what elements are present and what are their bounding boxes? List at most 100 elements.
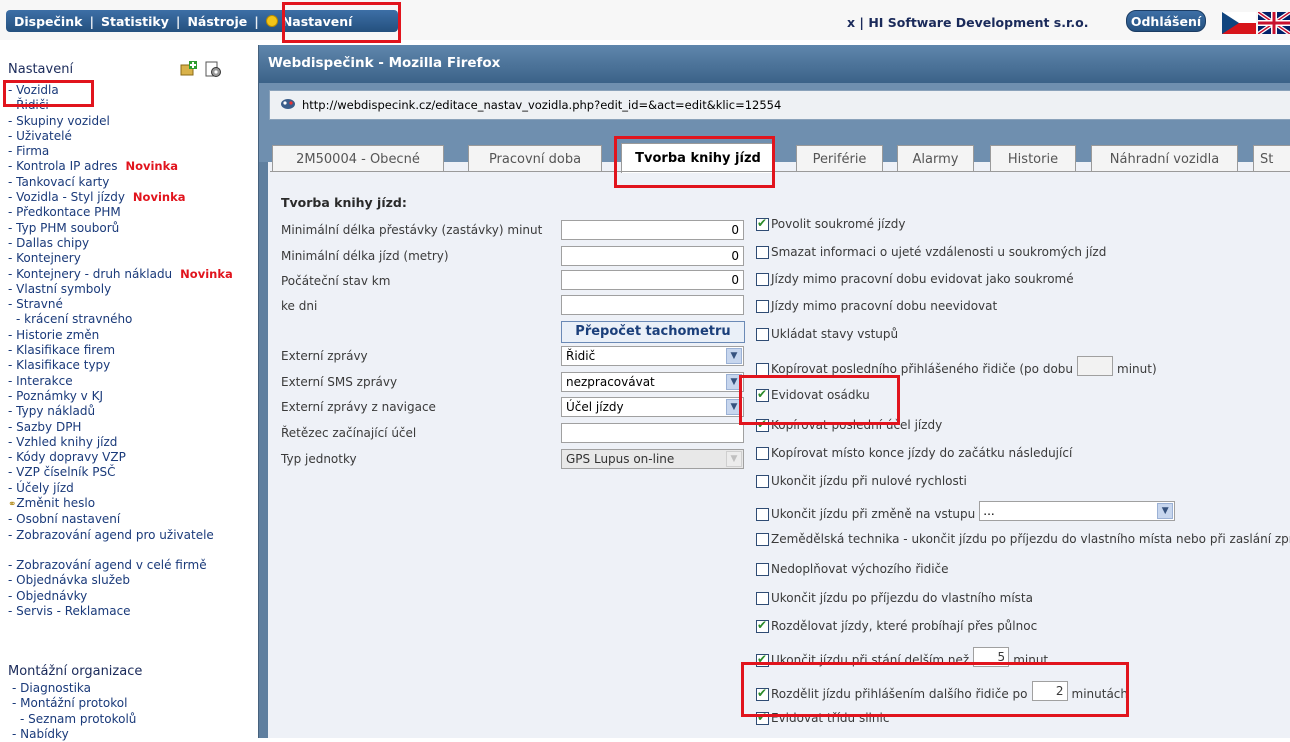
checkbox[interactable] (756, 508, 769, 521)
checkbox[interactable] (756, 618, 769, 633)
tachometer-button[interactable]: Přepočet tachometru (561, 321, 745, 343)
sidebar-item-zmenit-heslo[interactable]: ⚭Změnit heslo (8, 496, 233, 512)
tab-periferie[interactable]: Periférie (796, 145, 883, 172)
next-driver-minutes-input[interactable]: 2 (1031, 681, 1068, 701)
checkbox[interactable] (756, 447, 769, 460)
flag-cz-icon[interactable] (1222, 12, 1256, 34)
checkbox-row[interactable]: Jízdy mimo pracovní dobu evidovat jako s… (756, 272, 1074, 286)
checkbox-row[interactable]: Ukončit jízdu při změně na vstupu... ▼ (756, 501, 1176, 521)
checkbox-row[interactable]: Ukládat stavy vstupů (756, 327, 898, 341)
sidebar-item-historie[interactable]: - Historie změn (8, 328, 233, 343)
checkbox-row[interactable]: Povolit soukromé jízdy (756, 216, 906, 231)
tab-tvorba-knihy-jizd[interactable]: Tvorba knihy jízd (621, 143, 775, 173)
checkbox[interactable] (756, 686, 769, 701)
sidebar-item-diagnostika[interactable]: - Diagnostika (8, 681, 136, 696)
stop-minutes-input[interactable]: 5 (973, 647, 1010, 667)
checkbox[interactable] (756, 417, 769, 432)
menu-nastaveni[interactable]: Nastavení (265, 14, 352, 29)
sidebar-item-firma[interactable]: - Firma (8, 144, 233, 159)
sidebar-item-typy-nakladu[interactable]: - Typy nákladů (8, 404, 233, 419)
checkbox[interactable] (756, 475, 769, 488)
chevron-down-icon[interactable]: ▼ (726, 374, 742, 390)
ext-sms-select[interactable]: nezpracovávat ▼ (561, 372, 744, 392)
sidebar-item-styl-jizdy[interactable]: - Vozidla - Styl jízdy Novinka (8, 190, 233, 205)
sidebar-item-skupiny-vozidel[interactable]: - Skupiny vozidel (8, 114, 233, 129)
address-bar[interactable]: http://webdispecink.cz/editace_nastav_vo… (269, 90, 1290, 120)
sidebar-item-typ-phm[interactable]: - Typ PHM souborů (8, 221, 233, 236)
sidebar-item-uzivatele[interactable]: - Uživatelé (8, 129, 233, 144)
menu-statistiky[interactable]: Statistiky (101, 14, 169, 29)
tab-alarmy[interactable]: Alarmy (897, 145, 974, 172)
sidebar-item-kody-vzp[interactable]: - Kódy dopravy VZP (8, 450, 233, 465)
sidebar-item-vozidla[interactable]: - Vozidla (8, 83, 233, 98)
sidebar-item-ucely[interactable]: - Účely jízd (8, 481, 233, 496)
chevron-down-icon[interactable]: ▼ (726, 399, 742, 415)
menu-nastroje[interactable]: Nástroje (187, 14, 247, 29)
flag-uk-icon[interactable] (1258, 12, 1290, 34)
sidebar-item-agendy-uzivatele[interactable]: - Zobrazování agend pro uživatele (8, 528, 233, 543)
checkbox-row[interactable]: Jízdy mimo pracovní dobu neevidovat (756, 299, 997, 313)
ext-messages-select[interactable]: Řidič ▼ (561, 346, 744, 366)
checkbox[interactable] (756, 273, 769, 286)
checkbox[interactable] (756, 652, 769, 667)
chevron-down-icon[interactable]: ▼ (726, 348, 742, 364)
sidebar-item-interakce[interactable]: - Interakce (8, 374, 233, 389)
sidebar-item-nabidky[interactable]: - Nabídky (8, 727, 136, 742)
checkbox-row[interactable]: Ukončit jízdu při stání delším než5minut (756, 647, 1048, 667)
min-pause-input[interactable]: 0 (561, 220, 744, 240)
sidebar-item-dallas[interactable]: - Dallas chipy (8, 236, 233, 251)
start-km-input[interactable]: 0 (561, 270, 744, 290)
chevron-down-icon[interactable]: ▼ (1157, 503, 1174, 519)
copy-driver-minutes-input[interactable] (1077, 356, 1114, 376)
sidebar-item-klasifikace-firem[interactable]: - Klasifikace firem (8, 343, 233, 358)
tab-nahradni-vozidla[interactable]: Náhradní vozidla (1091, 145, 1238, 172)
sidebar-item-kraceni[interactable]: - krácení stravného (8, 312, 233, 327)
sidebar-item-symboly[interactable]: - Vlastní symboly (8, 282, 233, 297)
checkbox-row[interactable]: Ukončit jízdu po příjezdu do vlastního m… (756, 591, 1033, 605)
sidebar-item-ridici[interactable]: - Řidiči (8, 98, 233, 113)
purpose-prefix-input[interactable] (561, 423, 744, 443)
checkbox[interactable] (756, 710, 769, 725)
sidebar-item-predkontace[interactable]: - Předkontace PHM (8, 205, 233, 220)
logout-button[interactable]: Odhlášení (1126, 10, 1206, 32)
checkbox-row[interactable]: Smazat informaci o ujeté vzdálenosti u s… (756, 245, 1106, 259)
sidebar-item-seznam-protokolu[interactable]: - Seznam protokolů (8, 712, 136, 727)
checkbox-row[interactable]: Kopírovat poslední účel jízdy (756, 417, 942, 432)
settings-gear-icon[interactable] (204, 60, 222, 81)
tab-st[interactable]: St (1253, 145, 1290, 172)
checkbox[interactable] (756, 563, 769, 576)
checkbox[interactable] (756, 363, 769, 376)
sidebar-item-agendy-firma[interactable]: - Zobrazování agend v celé firmě (8, 558, 233, 573)
sidebar-item-tankovaci-karty[interactable]: - Tankovací karty (8, 175, 233, 190)
checkbox-row[interactable]: Nedoplňovat výchozího řidiče (756, 562, 949, 576)
checkbox[interactable] (756, 246, 769, 259)
add-icon[interactable] (180, 60, 198, 81)
sidebar-item-kontrola-ip[interactable]: - Kontrola IP adres Novinka (8, 159, 233, 174)
tab-historie[interactable]: Historie (990, 145, 1076, 172)
checkbox[interactable] (756, 533, 769, 546)
checkbox[interactable] (756, 328, 769, 341)
checkbox[interactable] (756, 387, 769, 402)
tab-obecne[interactable]: 2M50004 - Obecné (272, 145, 444, 172)
date-input[interactable] (561, 295, 744, 315)
ext-nav-select[interactable]: Účel jízdy ▼ (561, 397, 744, 417)
checkbox-row[interactable]: Rozdělovat jízdy, které probíhají přes p… (756, 618, 1037, 633)
checkbox[interactable] (756, 300, 769, 313)
checkbox-row[interactable]: Evidovat osádku (756, 387, 870, 402)
sidebar-item-klasifikace-typy[interactable]: - Klasifikace typy (8, 358, 233, 373)
sidebar-item-poznamky[interactable]: - Poznámky v KJ (8, 389, 233, 404)
checkbox[interactable] (756, 216, 769, 231)
checkbox-row[interactable]: Kopírovat místo konce jízdy do začátku n… (756, 446, 1072, 460)
checkbox[interactable] (756, 592, 769, 605)
checkbox-row[interactable]: Rozdělit jízdu přihlášením dalšího řidič… (756, 681, 1128, 701)
min-trip-input[interactable]: 0 (561, 246, 744, 266)
sidebar-item-stravne[interactable]: - Stravné (8, 297, 233, 312)
tab-pracovni-doba[interactable]: Pracovní doba (468, 145, 602, 172)
checkbox-row[interactable]: Evidovat třídu silnic (756, 710, 889, 725)
input-change-select[interactable]: ... ▼ (979, 501, 1176, 521)
sidebar-item-objednavky[interactable]: - Objednávky (8, 589, 233, 604)
sidebar-item-kontejnery[interactable]: - Kontejnery (8, 251, 233, 266)
checkbox-row[interactable]: Ukončit jízdu při nulové rychlosti (756, 474, 967, 488)
sidebar-item-osobni[interactable]: - Osobní nastavení (8, 512, 233, 527)
sidebar-item-kontejnery-druh[interactable]: - Kontejnery - druh nákladu Novinka (8, 267, 233, 282)
